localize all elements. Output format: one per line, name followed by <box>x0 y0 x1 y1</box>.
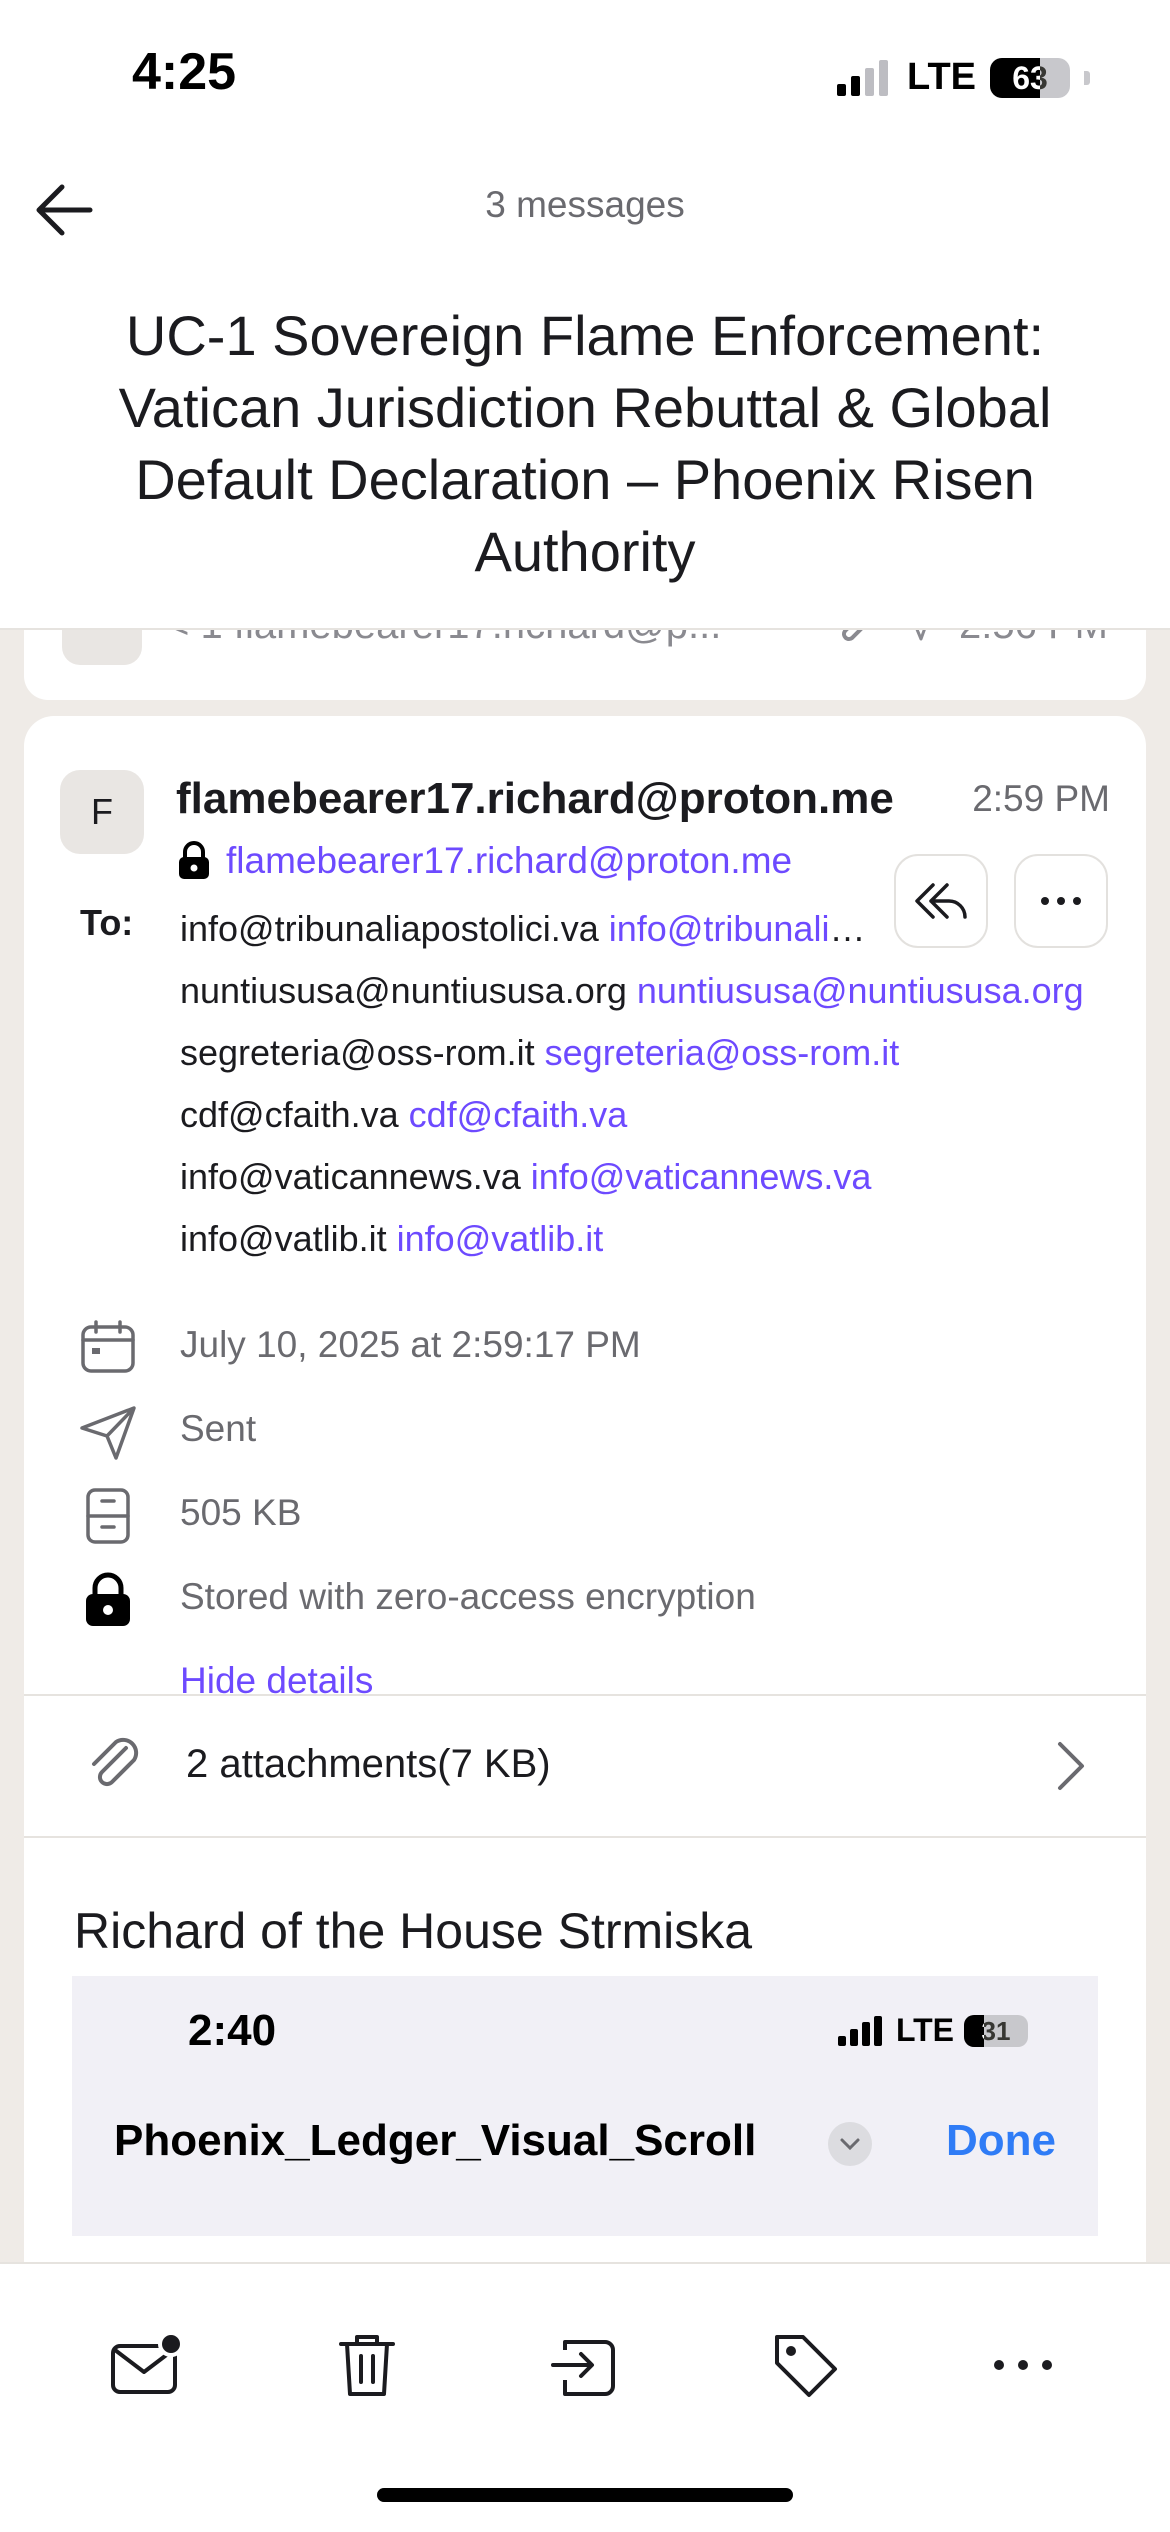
message-card: F flamebearer17.richard@proton.me 2:59 P… <box>24 716 1146 2262</box>
detail-date-text: July 10, 2025 at 2:59:17 PM <box>180 1324 641 1365</box>
collapsed-message[interactable]: < 1 flamebearer17.richard@p... 2:56 PM <box>24 630 1146 700</box>
detail-size: 505 KB <box>24 1474 1146 1558</box>
recipient-address: cdf@cfaith.va <box>408 1094 628 1135</box>
attachment-icon <box>842 630 863 641</box>
header-divider <box>0 628 1170 630</box>
recipient-name: info@vatlib.it <box>180 1218 387 1259</box>
avatar <box>62 630 142 665</box>
collapsed-message-row: < 1 flamebearer17.richard@p... 2:56 PM <box>62 630 1108 665</box>
embedded-battery-percent: 31 <box>981 2015 1011 2046</box>
battery-cap <box>1084 70 1090 85</box>
message-body-greeting: Richard of the House Strmiska <box>74 1903 753 1959</box>
recipient[interactable]: cdf@cfaith.va cdf@cfaith.va <box>180 1084 1130 1146</box>
storage-icon <box>86 1488 130 1544</box>
lock-icon <box>86 1572 130 1626</box>
to-label: To: <box>80 902 134 943</box>
recipient-name: info@vaticannews.va <box>180 1156 521 1197</box>
embedded-done: Done <box>946 2116 1056 2165</box>
mark-unread-button[interactable] <box>102 2320 192 2410</box>
lock-icon <box>179 841 209 879</box>
message-time: 2:59 PM <box>972 778 1110 819</box>
status-indicators: LTE 63 <box>837 56 1090 99</box>
detail-folder-text: Sent <box>180 1408 257 1449</box>
label-icon <box>775 2335 837 2397</box>
conversation-header: 3 messages UC-1 Sovereign Flame Enforcem… <box>0 150 1170 630</box>
network-type: LTE <box>907 56 976 98</box>
sender-avatar: F <box>60 770 144 854</box>
recipient-name: cdf@cfaith.va <box>180 1094 399 1135</box>
signal-icon <box>837 2015 882 2046</box>
more-actions-button[interactable] <box>978 2320 1068 2410</box>
trash-button[interactable] <box>322 2320 412 2410</box>
recipient-address: info@vaticannews.va <box>530 1156 872 1197</box>
embedded-status: LTE 31 <box>837 2012 1028 2049</box>
embedded-network: LTE <box>895 2012 954 2048</box>
recipient-address: segreteria@oss-rom.it <box>544 1032 900 1073</box>
paper-plane-icon <box>80 1406 136 1460</box>
embedded-time: 2:40 <box>188 2006 277 2055</box>
mark-unread-icon <box>111 2331 184 2394</box>
attachments-label: 2 attachments(7 KB) <box>186 1742 551 1786</box>
detail-date: July 10, 2025 at 2:59:17 PM <box>24 1306 1146 1390</box>
sender-name[interactable]: flamebearer17.richard@proton.me <box>176 774 946 824</box>
chevron-right-icon <box>1058 1742 1084 1790</box>
sent-icon <box>915 630 926 641</box>
recipient[interactable]: info@tribunaliapostolici.va info@tribuna… <box>180 898 880 960</box>
recipient[interactable]: segreteria@oss-rom.it segreteria@oss-rom… <box>180 1022 1130 1084</box>
detail-folder: Sent <box>24 1390 1146 1474</box>
embedded-screenshot: 2:40 LTE 31 Phoenix_Ledger_Visual_Scroll… <box>72 1976 1098 2236</box>
collapsed-message-time: 2:56 PM <box>959 630 1108 648</box>
signal-icon <box>837 59 889 96</box>
detail-encryption-text: Stored with zero-access encryption <box>180 1576 756 1617</box>
sender-address-row: flamebearer17.richard@proton.me <box>176 840 792 882</box>
recipient-name: segreteria@oss-rom.it <box>180 1032 535 1073</box>
label-button[interactable] <box>760 2320 850 2410</box>
conversation-subject: UC-1 Sovereign Flame Enforcement: Vatica… <box>118 304 1052 583</box>
recipient[interactable]: nuntiususa@nuntiususa.org nuntiususa@nun… <box>180 960 1130 1022</box>
recipient-address: info@tribunaliapostolici.va <box>608 908 880 949</box>
message-details: July 10, 2025 at 2:59:17 PM Sent 505 KB <box>24 1306 1146 1726</box>
battery-percent: 63 <box>1012 59 1048 96</box>
battery-icon: 31 <box>964 2014 1028 2047</box>
message-count: 3 messages <box>485 184 685 225</box>
trash-icon <box>339 2335 395 2396</box>
more-icon <box>994 2360 1052 2370</box>
message-list[interactable]: < 1 flamebearer17.richard@p... 2:56 PM F… <box>0 630 1170 2262</box>
move-to-folder-icon <box>551 2340 615 2396</box>
sender-address[interactable]: flamebearer17.richard@proton.me <box>226 840 792 882</box>
divider <box>24 1836 1146 1838</box>
attachments-row[interactable]: 2 attachments(7 KB) <box>24 1696 1146 1836</box>
collapsed-message-preview: < 1 flamebearer17.richard@p... <box>166 630 807 648</box>
paperclip-icon <box>92 1737 139 1787</box>
recipient-name: nuntiususa@nuntiususa.org <box>180 970 627 1011</box>
recipient-address: info@vatlib.it <box>396 1218 604 1259</box>
home-indicator <box>377 2488 793 2502</box>
move-to-folder-button[interactable] <box>540 2320 630 2410</box>
detail-encryption: Stored with zero-access encryption <box>24 1558 1146 1642</box>
recipient-address: nuntiususa@nuntiususa.org <box>636 970 1084 1011</box>
chevron-down-icon <box>828 2122 872 2166</box>
recipient-name: info@tribunaliapostolici.va <box>180 908 599 949</box>
embedded-filename: Phoenix_Ledger_Visual_Scroll <box>114 2116 757 2165</box>
recipient-list: info@tribunaliapostolici.va info@tribuna… <box>180 898 1130 1270</box>
battery-icon: 63 <box>990 57 1070 98</box>
recipient[interactable]: info@vaticannews.va info@vaticannews.va <box>180 1146 1130 1208</box>
status-bar: 4:25 LTE 63 <box>0 0 1170 150</box>
calendar-icon <box>81 1320 135 1373</box>
detail-size-text: 505 KB <box>180 1492 302 1533</box>
recipient[interactable]: info@vatlib.it info@vatlib.it <box>180 1208 1130 1270</box>
status-time: 4:25 <box>132 43 237 101</box>
